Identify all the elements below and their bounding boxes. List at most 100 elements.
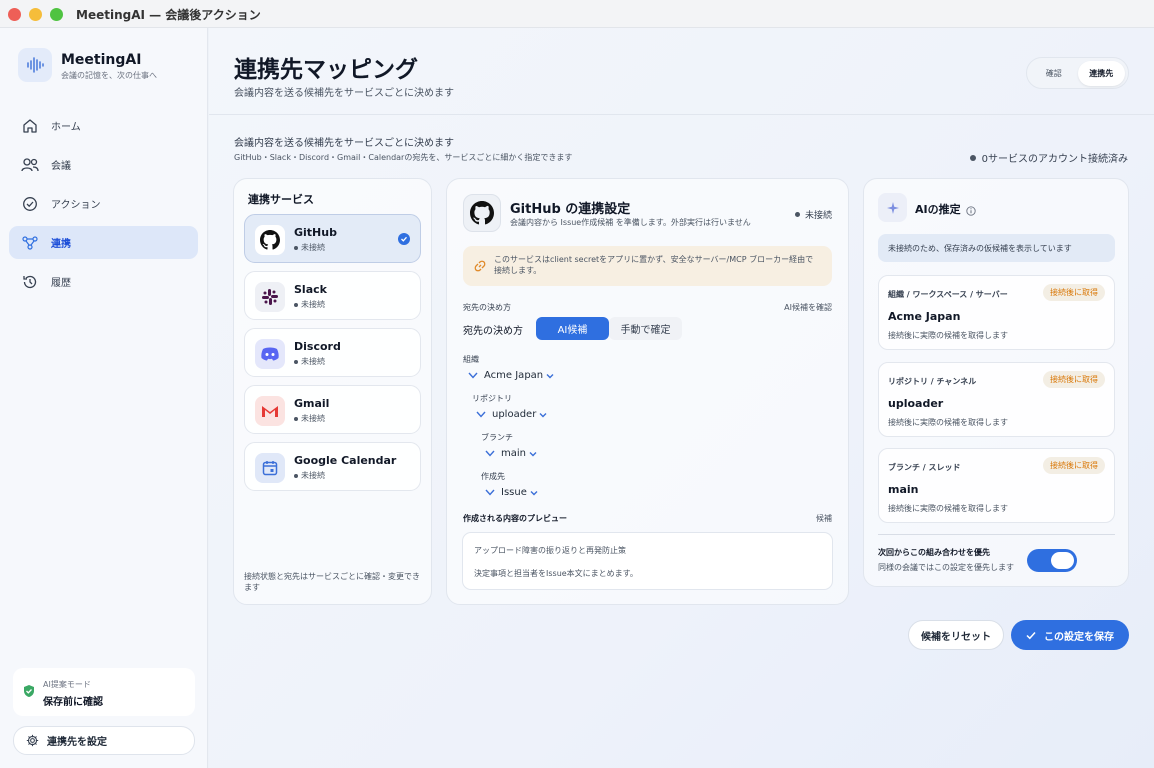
status-badge: 接続後に取得	[1043, 457, 1105, 474]
candidate-label: ブランチ / スレッド	[888, 463, 961, 472]
target-select[interactable]: Issue	[485, 487, 538, 498]
service-name: Discord	[294, 340, 341, 353]
history-icon	[21, 273, 39, 291]
chevron-down-icon	[485, 489, 495, 496]
dest-section-label: 宛先の決め方	[463, 303, 511, 312]
security-warning-text: このサービスはclient secretをアプリに置かず、安全なサーバー/MCP…	[494, 255, 814, 275]
info-icon[interactable]	[966, 201, 976, 220]
ai-estimate-panel: AIの推定 未接続のため、保存済みの仮候補を表示しています 組織 / ワークスペ…	[863, 178, 1129, 587]
sidebar-item-meetings[interactable]: 会議	[9, 148, 198, 181]
manual-mode-button[interactable]: 手動で確定	[609, 317, 682, 340]
prioritize-toggle[interactable]	[1027, 549, 1077, 572]
preview-title: 作成される内容のプレビュー	[463, 514, 567, 523]
sidebar-item-label: 履歴	[51, 278, 71, 289]
service-card-gmail[interactable]: Gmail 未接続	[244, 385, 421, 434]
prioritize-title: 次回からこの組み合わせを優先	[878, 548, 990, 557]
services-panel-title: 連携サービス	[248, 193, 314, 206]
configure-destinations-label: 連携先を設定	[47, 737, 107, 748]
security-warning: このサービスはclient secretをアプリに置かず、安全なサーバー/MCP…	[463, 246, 832, 286]
service-status: 未接続	[294, 356, 325, 367]
check-circle-icon	[21, 195, 39, 213]
sidebar-item-home[interactable]: ホーム	[9, 109, 198, 142]
sidebar: MeetingAI 会議の記憶を、次の仕事へ ホーム 会議 アクション 連携 履…	[0, 28, 208, 768]
ai-mode-label: AI提案モード	[43, 680, 91, 689]
service-card-github[interactable]: GitHub 未接続	[244, 214, 421, 263]
prioritize-subtitle: 同様の会議ではこの設定を優先します	[878, 563, 1014, 572]
sidebar-item-label: 連携	[51, 239, 71, 250]
candidate-card-branch: ブランチ / スレッド 接続後に取得 main 接続後に実際の候補を取得します	[878, 448, 1115, 523]
service-status: 未接続	[294, 470, 325, 481]
ai-mode-value: 保存前に確認	[43, 697, 103, 708]
github-icon	[463, 194, 501, 232]
service-status: 未接続	[294, 299, 325, 310]
app-tagline: 会議の記憶を、次の仕事へ	[61, 71, 157, 80]
tab-destinations[interactable]: 連携先	[1077, 60, 1125, 86]
config-subtitle: 会議内容から Issue作成候補 を準備します。外部実行は行いません	[510, 218, 751, 227]
candidate-value: uploader	[888, 397, 944, 410]
repo-label: リポジトリ	[472, 394, 512, 403]
dropdown-caret-icon	[529, 451, 537, 456]
service-name: Gmail	[294, 397, 330, 410]
services-footer-note: 接続状態と宛先はサービスごとに確認・変更できます	[244, 572, 420, 592]
sparkle-icon	[878, 193, 907, 222]
app-logo	[18, 48, 52, 82]
repo-select[interactable]: uploader	[476, 409, 547, 420]
branch-label: ブランチ	[481, 433, 513, 442]
link-nodes-icon	[21, 234, 39, 252]
save-settings-button[interactable]: この設定を保存	[1011, 620, 1129, 650]
zoom-window-button[interactable]	[50, 8, 63, 21]
header-divider	[209, 114, 1154, 115]
save-settings-label: この設定を保存	[1044, 631, 1114, 643]
configure-destinations-button[interactable]: 連携先を設定	[13, 726, 195, 755]
section-title: 会議内容を送る候補先をサービスごとに決めます	[234, 138, 454, 149]
view-segmented-control: 確認 連携先	[1026, 57, 1129, 89]
section-description: GitHub・Slack・Discord・Gmail・Calendarの宛先を、…	[234, 153, 573, 162]
preview-box: アップロード障害の振り返りと再発防止策 決定事項と担当者をIssue本文にまとめ…	[462, 532, 833, 590]
shield-check-icon	[24, 685, 34, 697]
slack-icon	[255, 282, 285, 312]
chevron-down-icon	[468, 372, 478, 379]
preview-tag: 候補	[816, 514, 832, 523]
chevron-down-icon	[485, 450, 495, 457]
connection-count: 0サービスのアカウント接続済み	[969, 150, 1128, 165]
target-label: 作成先	[481, 472, 505, 481]
sidebar-item-integrations[interactable]: 連携	[9, 226, 198, 259]
page-subtitle: 会議内容を送る候補先をサービスごとに決めます	[234, 88, 454, 99]
branch-select[interactable]: main	[485, 448, 537, 459]
status-dot	[969, 154, 976, 161]
sidebar-item-history[interactable]: 履歴	[9, 265, 198, 298]
dropdown-caret-icon	[546, 373, 554, 378]
service-name: Slack	[294, 283, 327, 296]
chevron-down-icon	[476, 411, 486, 418]
window-title: MeetingAI — 会議後アクション	[76, 8, 261, 22]
close-window-button[interactable]	[8, 8, 21, 21]
tab-review[interactable]: 確認	[1030, 61, 1078, 86]
service-name: Google Calendar	[294, 454, 397, 467]
candidate-note: 接続後に実際の候補を取得します	[888, 331, 1008, 340]
candidate-value: main	[888, 483, 919, 496]
sidebar-item-label: アクション	[51, 200, 101, 211]
waveform-icon	[27, 57, 44, 73]
link-warning-icon	[474, 260, 486, 272]
checkmark-icon	[1026, 631, 1036, 639]
dropdown-caret-icon	[539, 412, 547, 417]
minimize-window-button[interactable]	[29, 8, 42, 21]
services-panel: 連携サービス GitHub 未接続 Slack 未接続 Discord 未接続	[233, 178, 432, 605]
ai-candidate-mode-button[interactable]: AI候補	[536, 317, 609, 340]
home-icon	[21, 117, 39, 135]
sidebar-item-label: 会議	[51, 161, 71, 172]
reset-candidates-button[interactable]: 候補をリセット	[908, 620, 1004, 650]
candidate-note: 接続後に実際の候補を取得します	[888, 418, 1008, 427]
org-select[interactable]: Acme Japan	[468, 370, 554, 381]
service-card-discord[interactable]: Discord 未接続	[244, 328, 421, 377]
ai-mode-card: AI提案モード 保存前に確認	[13, 668, 195, 716]
selected-check-icon	[398, 233, 410, 245]
service-card-google-calendar[interactable]: Google Calendar 未接続	[244, 442, 421, 491]
review-ai-candidates-link[interactable]: AI候補を確認	[784, 302, 832, 313]
gmail-icon	[255, 396, 285, 426]
service-card-slack[interactable]: Slack 未接続	[244, 271, 421, 320]
main-content: 連携先マッピング 会議内容を送る候補先をサービスごとに決めます 確認 連携先 会…	[209, 28, 1154, 768]
sidebar-item-label: ホーム	[51, 122, 81, 133]
gear-icon	[26, 734, 39, 747]
sidebar-item-actions[interactable]: アクション	[9, 187, 198, 220]
